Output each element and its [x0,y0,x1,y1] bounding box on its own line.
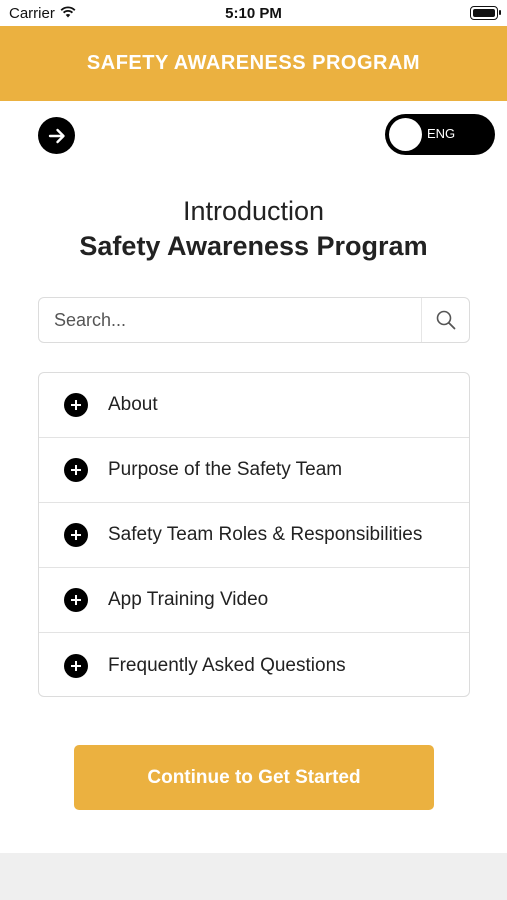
toggle-knob [389,118,422,151]
language-toggle[interactable]: ENG [385,114,495,155]
plus-circle-icon [64,653,88,678]
accordion-item-faq[interactable]: Frequently Asked Questions [39,633,469,696]
search-bar [38,297,470,343]
plus-circle-icon [64,588,88,612]
plus-circle-icon [64,458,88,482]
accordion-item-purpose[interactable]: Purpose of the Safety Team [39,438,469,503]
forward-arrow-button[interactable] [38,117,75,154]
accordion-item-training-video[interactable]: App Training Video [39,568,469,633]
plus-circle-icon [64,523,88,547]
search-input[interactable] [39,298,423,342]
accordion-item-label: App Training Video [108,589,269,610]
arrow-right-icon [48,128,65,143]
accordion-item-label: About [108,394,158,415]
status-bar: Carrier 5:10 PM [0,0,507,26]
app-header: SAFETY AWARENESS PROGRAM [0,26,507,101]
page-title: Introduction [182,196,325,226]
accordion-item-roles[interactable]: Safety Team Roles & Responsibilities [39,503,469,568]
header-title: SAFETY AWARENESS PROGRAM [86,52,421,74]
search-icon [436,310,455,330]
bottom-bar [0,853,507,900]
plus-circle-icon [64,393,88,417]
accordion-item-about[interactable]: About [39,373,469,438]
battery-icon [470,6,501,20]
continue-button[interactable]: Continue to Get Started [74,745,434,810]
language-label: ENG [427,126,456,141]
accordion-list: About Purpose of the Safety Team Safety … [38,372,470,697]
page-subtitle: Safety Awareness Program [79,231,428,261]
status-time: 5:10 PM [225,5,282,22]
accordion-item-label: Safety Team Roles & Responsibilities [108,524,423,545]
accordion-item-label: Frequently Asked Questions [108,654,346,676]
accordion-item-label: Purpose of the Safety Team [108,459,343,480]
search-button[interactable] [421,298,469,342]
